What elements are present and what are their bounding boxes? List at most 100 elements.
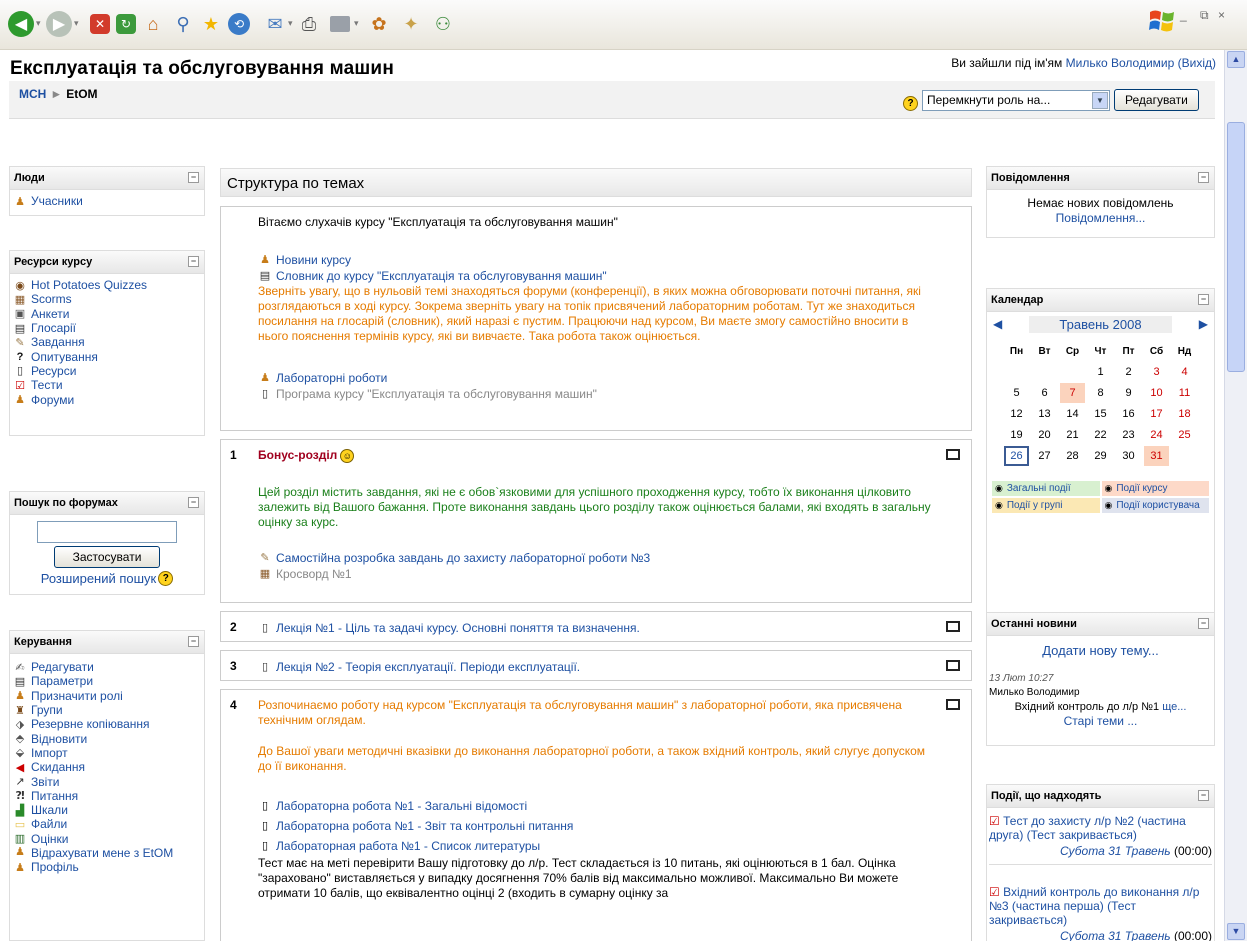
admin-link[interactable]: Призначити ролі	[31, 689, 123, 703]
glossary-link[interactable]: Словник до курсу "Експлуатація та обслуг…	[276, 269, 607, 284]
admin-item[interactable]: ⬘ Відновити	[13, 731, 201, 746]
forum-search-input[interactable]	[37, 521, 177, 543]
stop-icon[interactable]: ✕	[90, 14, 110, 34]
restore-icon[interactable]: ⧉	[1200, 8, 1209, 23]
resource-item[interactable]: ✎ Завдання	[13, 335, 201, 349]
favorites-icon[interactable]: ★	[198, 11, 224, 37]
admin-link[interactable]: Питання	[31, 789, 78, 803]
resource-item[interactable]: ▯ Ресурси	[13, 364, 201, 378]
collapse-icon[interactable]: −	[1198, 172, 1209, 183]
admin-item[interactable]: ▤ Параметри	[13, 674, 201, 688]
calendar-day-event[interactable]: 31	[1144, 446, 1169, 466]
event-link[interactable]: Тест до захисту л/р №2 (частина друга) (…	[989, 814, 1186, 842]
advanced-search-link[interactable]: Розширений пошук	[41, 571, 157, 586]
resource-link[interactable]: Тести	[31, 378, 63, 392]
program-link[interactable]: Програма курсу "Експлуатація та обслугов…	[276, 387, 597, 402]
refresh-icon[interactable]: ↻	[116, 14, 136, 34]
admin-link[interactable]: Файли	[31, 817, 67, 831]
resource-item[interactable]: ▣ Анкети	[13, 307, 201, 321]
admin-item[interactable]: ♟ Профіль	[13, 860, 201, 874]
calendar-month[interactable]: Травень 2008	[1029, 315, 1172, 333]
collapse-icon[interactable]: −	[188, 497, 199, 508]
lab-link[interactable]: Лабораторна робота №1 - Загальні відомос…	[276, 799, 527, 814]
admin-link[interactable]: Редагувати	[31, 660, 94, 674]
back-dropdown-icon[interactable]: ▾	[36, 18, 44, 30]
minimize-icon[interactable]: _	[1180, 8, 1187, 22]
messages-link[interactable]: Повідомлення...	[1056, 211, 1146, 225]
add-topic-link[interactable]: Додати нову тему...	[1042, 643, 1159, 658]
admin-item[interactable]: ⁈ Питання	[13, 789, 201, 803]
admin-link[interactable]: Звіти	[31, 775, 60, 789]
next-month-icon[interactable]: ▶	[1199, 317, 1208, 331]
messenger-icon[interactable]: ✿	[366, 11, 392, 37]
lab-link[interactable]: Лабораторна робота №1 - Звіт та контроль…	[276, 819, 573, 834]
resource-item[interactable]: ? Опитування	[13, 349, 201, 364]
admin-link[interactable]: Відновити	[31, 732, 87, 746]
news-link[interactable]: Новини курсу	[276, 253, 351, 268]
resource-link[interactable]: Hot Potatoes Quizzes	[31, 278, 147, 292]
lecture-item[interactable]: ▯ Лекція №2 - Теорія експлуатації. Період…	[258, 659, 941, 675]
discuss-icon[interactable]: ✦	[398, 11, 424, 37]
highlight-toggle-icon[interactable]	[946, 660, 960, 671]
logout-link[interactable]: (Вихід)	[1178, 56, 1216, 70]
help-icon[interactable]: ?	[903, 95, 918, 111]
glossary-item[interactable]: ▤ Словник до курсу "Експлуатація та обслу…	[258, 268, 941, 284]
collapse-icon[interactable]: −	[188, 256, 199, 267]
user-link[interactable]: Милько Володимир	[1066, 56, 1175, 70]
calendar-today[interactable]: 26	[1004, 446, 1029, 466]
resource-item[interactable]: ▦ Scorms	[13, 292, 201, 306]
participants-link[interactable]: Учасники	[31, 194, 83, 208]
resource-link[interactable]: Ресурси	[31, 364, 76, 378]
highlight-toggle-icon[interactable]	[946, 621, 960, 632]
lab-item[interactable]: ▯ Лабораторная работа №1 - Список литерат…	[258, 836, 941, 856]
breadcrumb-home[interactable]: МСН	[19, 87, 46, 101]
calendar-day-event[interactable]: 7	[1060, 383, 1085, 403]
chevron-down-icon[interactable]: ▼	[1092, 91, 1108, 109]
labs-link[interactable]: Лабораторні роботи	[276, 371, 387, 386]
legend-course-link[interactable]: Події курсу	[1116, 483, 1167, 494]
lecture-link[interactable]: Лекція №2 - Теорія експлуатації. Періоди…	[276, 660, 580, 675]
legend-global-link[interactable]: Загальні події	[1007, 483, 1071, 494]
event-item[interactable]: ☑ Вхідний контроль до виконання л/р №3 (…	[989, 885, 1212, 927]
admin-link[interactable]: Відрахувати мене з EtOM	[31, 846, 173, 860]
admin-item[interactable]: ▭ Файли	[13, 817, 201, 831]
admin-item[interactable]: ⬗ Резервне копіювання	[13, 717, 201, 731]
event-link[interactable]: Вхідний контроль до виконання л/р №3 (ча…	[989, 885, 1199, 927]
participants-item[interactable]: ♟ Учасники	[13, 194, 201, 208]
admin-item[interactable]: ♟ Призначити ролі	[13, 689, 201, 703]
resource-item[interactable]: ◉ Hot Potatoes Quizzes	[13, 278, 201, 292]
lab-item[interactable]: ▯ Лабораторна робота №1 - Загальні відомо…	[258, 796, 941, 816]
highlight-toggle-icon[interactable]	[946, 449, 960, 460]
eye-icon[interactable]: ◉	[995, 483, 1003, 494]
search-icon[interactable]: ⚲	[170, 11, 196, 37]
legend-global[interactable]: ◉ Загальні події	[992, 481, 1100, 496]
collapse-icon[interactable]: −	[1198, 294, 1209, 305]
highlight-toggle-icon[interactable]	[946, 699, 960, 710]
collapse-icon[interactable]: −	[188, 172, 199, 183]
lecture-item[interactable]: ▯ Лекція №1 - Ціль та задачі курсу. Основ…	[258, 620, 941, 636]
event-date-link[interactable]: Субота 31 Травень	[1060, 844, 1171, 858]
legend-group[interactable]: ◉ Події у групі	[992, 498, 1100, 513]
lab-item[interactable]: ▯ Лабораторна робота №1 - Звіт та контрол…	[258, 816, 941, 836]
admin-link[interactable]: Параметри	[31, 674, 93, 688]
resource-item[interactable]: ☑ Тести	[13, 378, 201, 392]
edit-icon[interactable]	[330, 16, 350, 32]
prev-month-icon[interactable]: ◀	[993, 317, 1002, 331]
users-icon[interactable]: ⚇	[430, 11, 456, 37]
forward-icon[interactable]: ▶	[46, 11, 72, 37]
print-icon[interactable]: ⎙	[296, 11, 322, 37]
page-scrollbar[interactable]: ▲ ▼	[1224, 50, 1247, 941]
old-topics-link[interactable]: Старі теми ...	[1064, 714, 1138, 728]
resource-link[interactable]: Форуми	[31, 393, 74, 407]
collapse-icon[interactable]: −	[1198, 618, 1209, 629]
mail-dropdown-icon[interactable]: ▾	[288, 18, 296, 30]
task-item[interactable]: ✎ Самостійна розробка завдань до захисту …	[258, 550, 941, 566]
admin-link[interactable]: Шкали	[31, 803, 68, 817]
event-date-link[interactable]: Субота 31 Травень	[1060, 929, 1171, 941]
labs-item[interactable]: ♟ Лабораторні роботи	[258, 370, 941, 386]
news-item[interactable]: ♟ Новини курсу	[258, 252, 941, 268]
forward-dropdown-icon[interactable]: ▾	[74, 18, 82, 30]
admin-item[interactable]: ↗ Звіти	[13, 774, 201, 789]
back-icon[interactable]: ◀	[8, 11, 34, 37]
crossword-link[interactable]: Кросворд №1	[276, 567, 352, 582]
